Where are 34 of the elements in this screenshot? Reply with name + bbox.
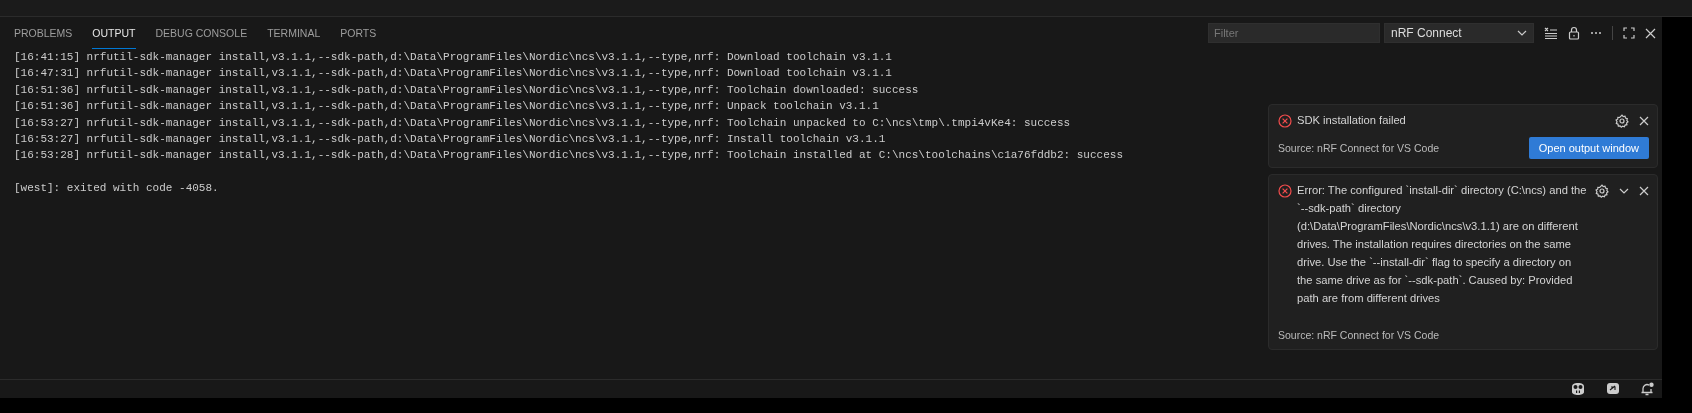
output-line: [16:51:36] nrfutil-sdk-manager install,v3.1.1,--sdk-path,d:\Data\ProgramFiles\Nordic\ncs\v3.1.1,--type,nrf: Unpack toolchain v3.1.1 [14,99,880,115]
panel-tab[interactable]: DEBUG CONSOLE [155,17,248,49]
filter-field[interactable]: Filter [1208,23,1380,43]
error-icon [1278,184,1292,198]
panel-tab[interactable]: TERMINAL [267,17,321,49]
close-icon[interactable] [1645,27,1656,39]
output-line: [16:41:15] nrfutil-sdk-manager install,v3.1.1,--sdk-path,d:\Data\ProgramFiles\Nordic\ncs\v3.1.1,--type,nrf: Download toolchain v3.1.1 [14,50,893,65]
output-line: [16:53:28] nrfutil-sdk-manager install,v3.1.1,--sdk-path,d:\Data\ProgramFiles\Nordic\ncs\v3.1.1,--type,nrf: Toolchain installed at C:\ncs\toolchains\c1a76fddb2: success [14,148,1123,164]
output-line: [16:53:27] nrfutil-sdk-manager install,v3.1.1,--sdk-path,d:\Data\ProgramFiles\Nordic\ncs\v3.1.1,--type,nrf: Toolchain unpacked to C:\ncs\tmp\.tmpi4vKe4: success [14,115,1072,131]
notification-message: Error: The configured `install-dir` directory (C:\ncs) and the `--sdk-path` directory (d:\Data\ProgramFiles\Nordic\ncs\v3.1.1) are on different drives. The installation requires directories on the same drive. Use the `--install-dir` flag to specify a directory on the same drive as for `--sdk-path`. Caused by: Provided path are from different drives [1297,183,1587,306]
error-icon [1278,114,1292,128]
more-icon[interactable] [1590,31,1602,35]
chevron-down-icon[interactable] [1619,188,1629,194]
output-line: [16:47:31] nrfutil-sdk-manager install,v3.1.1,--sdk-path,d:\Data\ProgramFiles\Nordic\ncs\v3.1.1,--type,nrf: Download toolchain v3.1.1 [14,66,893,82]
notification-message: SDK installation failed [1297,113,1407,128]
output-line: [16:53:27] nrfutil-sdk-manager install,v3.1.1,--sdk-path,d:\Data\ProgramFiles\Nordic\ncs\v3.1.1,--type,nrf: Install toolchain v3.1.1 [14,132,887,148]
notification-source: Source: nRF Connect for VS Code [1278,329,1440,341]
notification-source: Source: nRF Connect for VS Code [1278,142,1440,154]
panel-tab[interactable]: OUTPUT [92,17,136,49]
output-line: [west]: exited with code -4058. [14,181,220,197]
panel-tab[interactable]: PROBLEMS [14,17,73,49]
close-icon[interactable] [1639,186,1649,196]
panel-tab[interactable]: PORTS [340,17,377,49]
chevron-down-icon [1517,30,1527,36]
output-line: [16:51:36] nrfutil-sdk-manager install,v3.1.1,--sdk-path,d:\Data\ProgramFiles\Nordic\ncs\v3.1.1,--type,nrf: Toolchain downloaded: success [14,82,920,98]
open-output-button[interactable]: Open output window [1528,137,1649,159]
maximize-icon[interactable] [1623,27,1635,39]
clear-list-icon[interactable] [1544,27,1558,39]
channel-dropdown[interactable]: nRF Connect [1384,23,1534,43]
lock-icon[interactable] [1568,26,1580,40]
close-icon[interactable] [1639,116,1649,126]
bell-icon[interactable] [1640,382,1654,396]
gear-icon[interactable] [1615,114,1629,128]
gear-icon[interactable] [1595,184,1609,198]
